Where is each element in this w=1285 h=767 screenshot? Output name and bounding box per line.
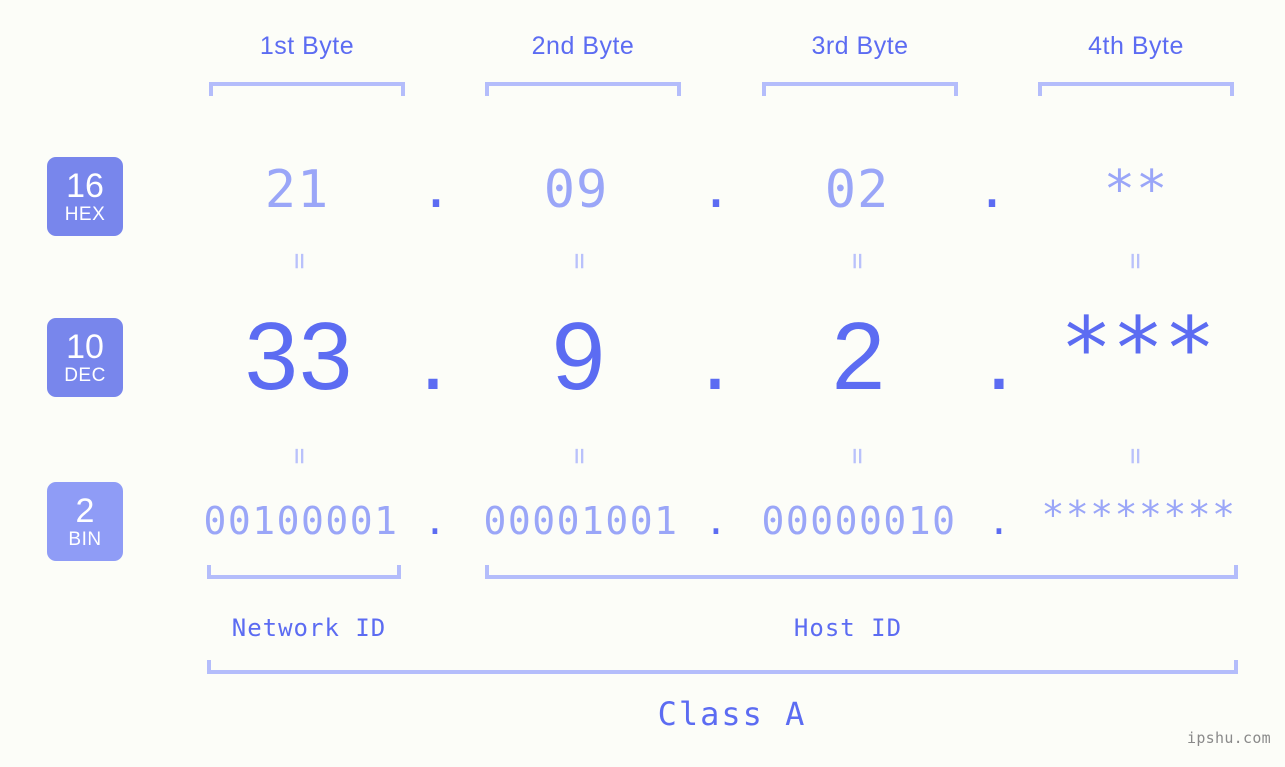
hex-byte-4: ** [1103, 160, 1169, 220]
bin-separator-1: . [423, 499, 447, 543]
bin-separator-3: . [987, 499, 1011, 543]
dec-byte-1: 33 [244, 303, 354, 410]
base-badge-dec-abbr: DEC [64, 365, 106, 386]
base-badge-dec-number: 10 [66, 328, 104, 366]
bin-byte-1: 00100001 [203, 499, 399, 543]
equals-separator-dec-bin-4: = [1119, 447, 1153, 465]
base-badge-bin: 2 BIN [47, 482, 123, 561]
base-badge-bin-number: 2 [75, 492, 95, 530]
bin-byte-4: ******** [1041, 493, 1237, 537]
base-badge-dec: 10 DEC [47, 318, 123, 397]
dec-byte-3: 2 [831, 303, 887, 410]
equals-separator-hex-dec-2: = [563, 252, 597, 270]
base-badge-hex-abbr: HEX [64, 204, 106, 225]
byte-bracket-top-1 [209, 82, 405, 96]
hex-byte-3: 02 [824, 160, 890, 220]
dec-byte-2: 9 [551, 303, 607, 410]
network-id-bracket [207, 565, 401, 579]
dec-separator-1: . [419, 303, 447, 410]
byte-bracket-top-2 [485, 82, 681, 96]
equals-separator-dec-bin-2: = [563, 447, 597, 465]
byte-header-1: 1st Byte [259, 32, 355, 60]
class-bracket [207, 660, 1238, 674]
equals-separator-dec-bin-1: = [283, 447, 317, 465]
byte-header-3: 3rd Byte [811, 32, 909, 60]
equals-separator-hex-dec-3: = [841, 252, 875, 270]
hex-byte-1: 21 [264, 160, 330, 220]
base-badge-hex-number: 16 [66, 167, 104, 205]
byte-bracket-top-3 [762, 82, 958, 96]
dec-byte-4: *** [1060, 299, 1216, 399]
equals-separator-hex-dec-1: = [283, 252, 317, 270]
network-id-label: Network ID [231, 614, 387, 642]
ip-address-breakdown-diagram: 1st Byte 2nd Byte 3rd Byte 4th Byte 16 H… [0, 0, 1285, 767]
dec-separator-3: . [985, 303, 1013, 410]
class-label: Class A [657, 695, 807, 733]
equals-separator-hex-dec-4: = [1119, 252, 1153, 270]
site-watermark: ipshu.com [1187, 729, 1271, 747]
hex-separator-2: . [700, 160, 732, 220]
host-id-label: Host ID [793, 614, 903, 642]
equals-separator-dec-bin-3: = [841, 447, 875, 465]
byte-header-4: 4th Byte [1088, 32, 1184, 60]
bin-separator-2: . [704, 499, 728, 543]
hex-byte-2: 09 [543, 160, 609, 220]
bin-byte-2: 00001001 [483, 499, 679, 543]
byte-header-2: 2nd Byte [531, 32, 635, 60]
bin-byte-3: 00000010 [761, 499, 957, 543]
byte-bracket-top-4 [1038, 82, 1234, 96]
hex-separator-3: . [976, 160, 1008, 220]
dec-separator-2: . [701, 303, 729, 410]
base-badge-bin-abbr: BIN [68, 529, 102, 550]
hex-separator-1: . [420, 160, 452, 220]
base-badge-hex: 16 HEX [47, 157, 123, 236]
host-id-bracket [485, 565, 1238, 579]
